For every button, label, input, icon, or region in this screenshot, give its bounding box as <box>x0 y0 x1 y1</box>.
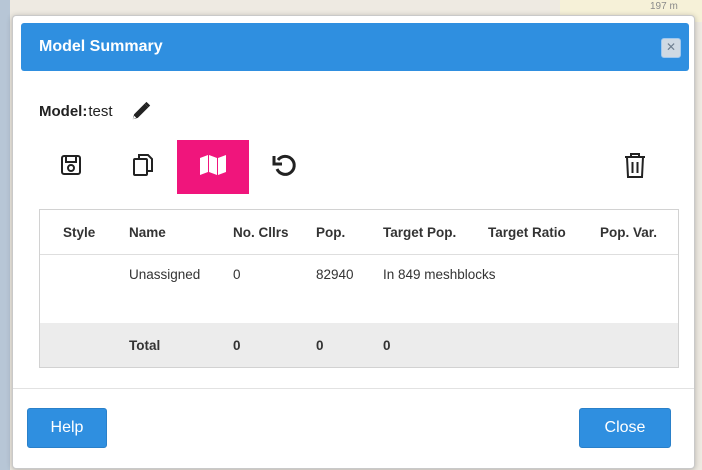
column-header-pop: Pop. <box>316 225 346 240</box>
dialog-close-icon[interactable]: ✕ <box>661 38 681 58</box>
save-icon <box>59 153 83 182</box>
undo-icon <box>271 151 299 184</box>
help-button[interactable]: Help <box>27 408 107 448</box>
copy-button[interactable] <box>107 140 179 194</box>
trash-icon <box>623 151 647 184</box>
save-button[interactable] <box>35 140 107 194</box>
column-header-pop-var: Pop. Var. <box>600 225 658 240</box>
column-header-cllrs: No. Cllrs <box>233 225 289 240</box>
cell-target-pop: In 849 meshblocks <box>383 267 496 282</box>
total-label: Total <box>129 338 161 353</box>
table-total-row: Total 0 0 0 <box>40 323 678 367</box>
map-icon <box>198 153 228 182</box>
column-header-name: Name <box>129 225 166 240</box>
undo-button[interactable] <box>249 140 321 194</box>
cell-pop: 82940 <box>316 267 354 282</box>
total-target-pop: 0 <box>383 338 391 353</box>
summary-table: Style Name No. Cllrs Pop. Target Pop. Ta… <box>39 209 679 368</box>
close-button[interactable]: Close <box>579 408 671 448</box>
total-cllrs: 0 <box>233 338 241 353</box>
dialog-title: Model Summary <box>39 38 163 55</box>
model-summary-dialog: Model Summary ✕ Model: test Style Name N… <box>12 15 695 469</box>
model-name-line: Model: test <box>39 100 152 122</box>
map-button[interactable] <box>177 140 249 194</box>
pencil-icon[interactable] <box>130 100 152 122</box>
cell-cllrs: 0 <box>233 267 241 282</box>
cell-name: Unassigned <box>129 267 201 282</box>
table-header-row: Style Name No. Cllrs Pop. Target Pop. Ta… <box>40 210 678 255</box>
table-row[interactable]: Unassigned 0 82940 In 849 meshblocks <box>40 254 678 324</box>
column-header-target-pop: Target Pop. <box>383 225 457 240</box>
model-label: Model: <box>39 102 88 120</box>
model-name: test <box>88 102 113 120</box>
total-pop: 0 <box>316 338 324 353</box>
map-scale-label: 197 m <box>650 1 678 12</box>
column-header-style: Style <box>63 225 96 240</box>
dialog-header: Model Summary ✕ <box>21 23 689 71</box>
column-header-target-ratio: Target Ratio <box>488 225 566 240</box>
map-left-edge <box>0 0 10 470</box>
footer-divider <box>13 388 694 389</box>
copy-icon <box>131 152 155 183</box>
delete-button[interactable] <box>599 140 671 194</box>
